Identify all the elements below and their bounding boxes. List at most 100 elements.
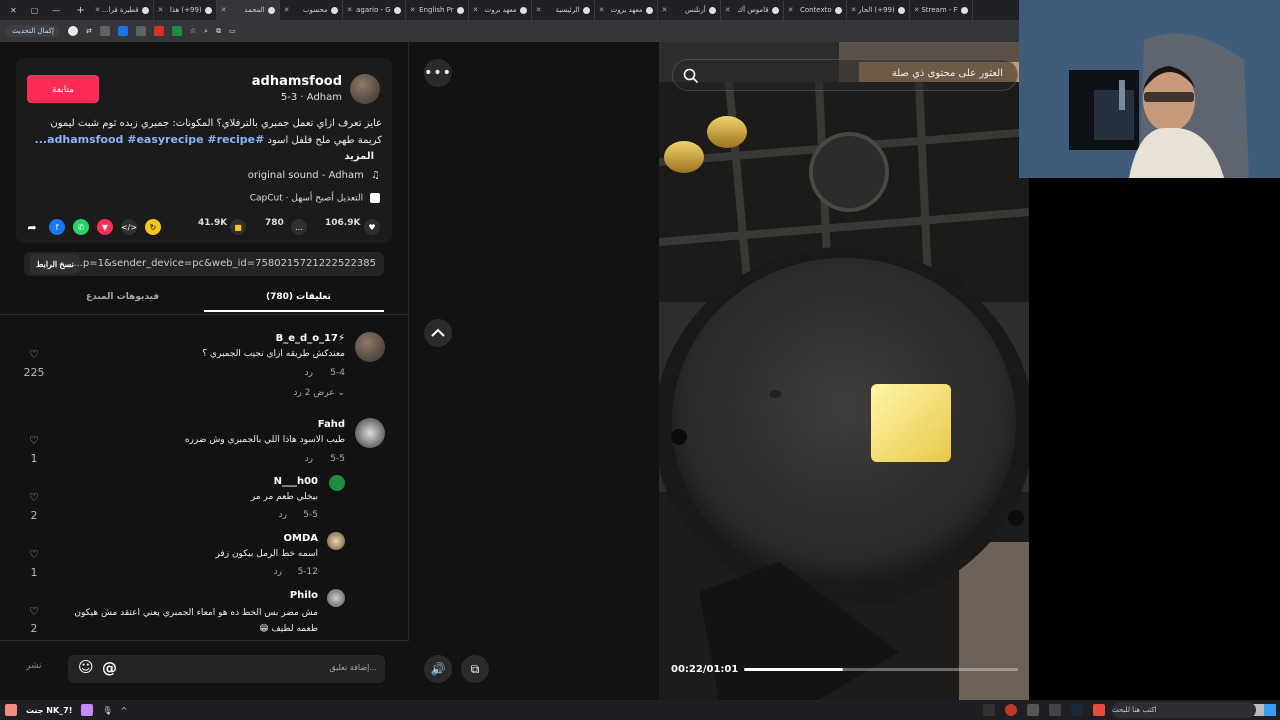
like-icon[interactable]: ♡	[24, 348, 44, 361]
commenter-avatar[interactable]	[329, 475, 345, 491]
zoom-icon[interactable]: ⌕	[204, 27, 208, 36]
hashtags[interactable]: #adhamsfood #easyrecipe #recipe...	[35, 133, 265, 146]
view-replies[interactable]: عرض 2 رد ⌄	[294, 388, 345, 398]
capcut-row[interactable]: CapCut · التعديل أصبح أسهل	[250, 193, 380, 204]
profile-icon[interactable]	[67, 26, 78, 36]
tab-comments[interactable]: تعليقات (780)	[266, 292, 331, 302]
comment-input[interactable]: @ ☺ إضافة تعليق...	[68, 655, 385, 683]
close-tab-icon[interactable]: ✕	[158, 6, 164, 14]
send-to-friends-icon[interactable]: ▼	[97, 219, 113, 235]
close-tab-icon[interactable]: ✕	[725, 6, 731, 14]
commenter-avatar[interactable]	[327, 532, 345, 550]
close-tab-icon[interactable]: ✕	[851, 6, 857, 14]
browser-tab[interactable]: ✕ قاموس أك	[721, 0, 784, 20]
emoji-icon[interactable]: ☺	[78, 658, 94, 676]
update-button[interactable]: إكمال التحديث	[6, 25, 60, 37]
browser-tab[interactable]: ✕ Contexto	[784, 0, 847, 20]
follow-button[interactable]: متابعة	[27, 75, 99, 103]
like-icon[interactable]: ♡	[24, 548, 44, 561]
browser-tab[interactable]: ✕ قطيرة فرا...	[91, 0, 154, 20]
close-tab-icon[interactable]: ✕	[914, 6, 920, 14]
extension-green-icon[interactable]	[171, 26, 182, 36]
tab-creator-videos[interactable]: فيديوهات المبدع	[86, 292, 159, 302]
browser-tab[interactable]: ✕ Stream - F	[910, 0, 973, 20]
browser-tab[interactable]: ✕ أرنلنس	[658, 0, 721, 20]
search-icon[interactable]	[683, 68, 699, 84]
commenter-name[interactable]: Philo	[290, 590, 318, 601]
app-icon[interactable]	[5, 704, 17, 716]
cast-icon[interactable]: ▭	[229, 27, 236, 35]
share-arrow-icon[interactable]: ➦	[24, 219, 40, 235]
browser-tab[interactable]: ✕ معهد بروت	[469, 0, 532, 20]
volume-button[interactable]: 🔊	[424, 655, 452, 683]
at-mention-icon[interactable]: @	[102, 659, 117, 677]
browser-tab[interactable]: ✕ (99+) الحار	[847, 0, 910, 20]
settings-icon[interactable]	[1049, 704, 1061, 716]
close-tab-icon[interactable]: ✕	[473, 6, 479, 14]
comment-icon[interactable]: …	[291, 219, 307, 235]
bookmark-icon[interactable]: ■	[230, 219, 246, 235]
close-tab-icon[interactable]: ✕	[284, 6, 290, 14]
creator-avatar[interactable]	[350, 74, 380, 104]
new-tab-button[interactable]: +	[70, 5, 90, 16]
browser-tab[interactable]: ✕ (99+) هذا	[154, 0, 217, 20]
progress-bar[interactable]	[744, 668, 1018, 671]
close-tab-icon[interactable]: ✕	[347, 6, 353, 14]
reply-button[interactable]: رد	[274, 567, 282, 577]
browser-tab[interactable]: ✕ الرئيسية	[532, 0, 595, 20]
app-icon-2[interactable]	[81, 704, 94, 716]
close-tab-icon[interactable]: ✕	[788, 6, 794, 14]
app-icon-3[interactable]	[1027, 704, 1039, 716]
commenter-avatar[interactable]	[327, 589, 345, 607]
reply-button[interactable]: رد	[279, 510, 287, 520]
steam-icon[interactable]	[1071, 704, 1083, 716]
reply-button[interactable]: رد	[305, 368, 313, 378]
tab-search-icon[interactable]	[99, 26, 110, 36]
app-icon-4[interactable]	[1093, 704, 1105, 716]
star-icon[interactable]: ☆	[190, 27, 196, 35]
like-icon[interactable]: ♡	[24, 434, 44, 447]
windows-start-icon[interactable]	[1264, 704, 1276, 716]
translate-icon[interactable]: ⧉	[216, 27, 221, 36]
creator-username[interactable]: adhamsfood	[252, 74, 342, 89]
taskbar-search[interactable]: اكتب هنا للبحث	[1112, 702, 1256, 718]
like-icon[interactable]: ♡	[24, 605, 44, 618]
minimize-icon[interactable]: —	[52, 6, 60, 15]
heart-icon[interactable]: ♥	[364, 219, 380, 235]
commenter-avatar[interactable]	[355, 418, 385, 448]
share-link[interactable]: ...p=1&sender_device=pc&web_id=758021572…	[73, 258, 376, 269]
extension-icon-2[interactable]	[135, 26, 146, 36]
embed-icon[interactable]: </>	[121, 219, 137, 235]
repost-icon[interactable]: ↻	[145, 219, 161, 235]
extension-red-icon[interactable]	[153, 26, 164, 36]
video-player[interactable]	[659, 42, 1029, 700]
expand-tray-icon[interactable]: ^	[121, 706, 128, 715]
extension-icon[interactable]: ⇄	[86, 27, 92, 35]
close-tab-icon[interactable]: ✕	[95, 6, 101, 14]
mic-icon[interactable]: 🎙	[102, 706, 112, 715]
close-window-icon[interactable]: ✕	[10, 6, 17, 15]
sound-row[interactable]: original sound - Adham ♫	[248, 170, 380, 181]
more-options-button[interactable]: •••	[424, 59, 452, 87]
facebook-icon[interactable]: f	[49, 219, 65, 235]
reply-button[interactable]: رد	[305, 454, 313, 464]
post-comment-button[interactable]: نشر	[26, 661, 42, 671]
commenter-name[interactable]: N___h00	[274, 476, 318, 487]
close-tab-icon[interactable]: ✕	[410, 6, 416, 14]
commenter-name[interactable]: Fahd	[318, 419, 345, 430]
related-search-bar[interactable]: العثور على محتوى ذي صلة	[672, 59, 1018, 91]
browser-tab[interactable]: ✕ معهد بروت	[595, 0, 658, 20]
browser-tab[interactable]: ✕ محسوب	[280, 0, 343, 20]
picture-in-picture-button[interactable]: ⧉	[461, 655, 489, 683]
commenter-name[interactable]: B_e_d_o_17⚡	[276, 333, 345, 344]
whatsapp-icon[interactable]: ✆	[73, 219, 89, 235]
obs-icon[interactable]	[983, 704, 995, 716]
previous-video-button[interactable]	[424, 319, 452, 347]
close-tab-icon[interactable]: ✕	[221, 6, 227, 14]
browser-tab[interactable]: ✕ المحمد	[216, 0, 280, 20]
close-tab-icon[interactable]: ✕	[662, 6, 668, 14]
extension-blue-icon[interactable]	[117, 26, 128, 36]
more-link[interactable]: المزيد	[344, 151, 374, 162]
browser-tab[interactable]: ✕ agario - G	[343, 0, 406, 20]
close-tab-icon[interactable]: ✕	[599, 6, 605, 14]
